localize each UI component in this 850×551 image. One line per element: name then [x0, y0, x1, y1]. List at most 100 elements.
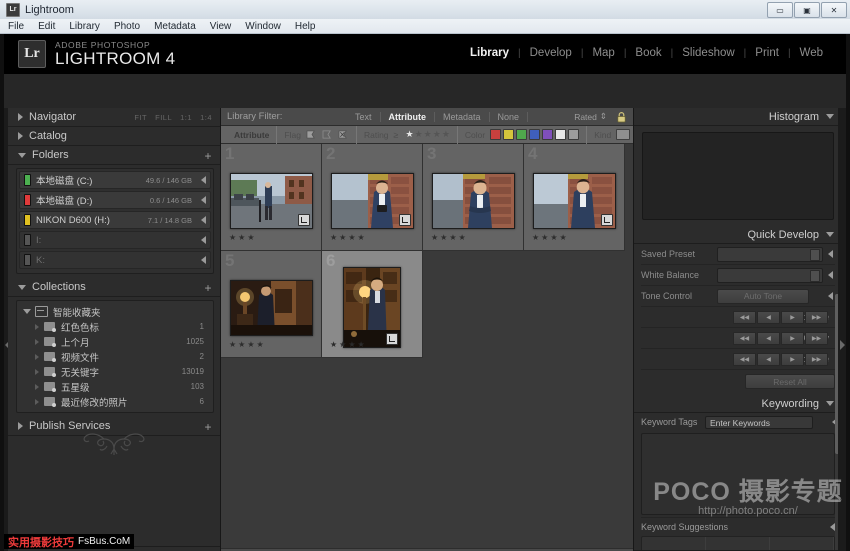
star-2[interactable]: ★ — [415, 129, 423, 140]
develop-badge-icon[interactable] — [386, 333, 398, 345]
exposure-decrease-large[interactable]: ◀◀ — [733, 311, 756, 324]
zoom-fit[interactable]: FIT — [134, 113, 147, 122]
add-collection-button[interactable]: + — [204, 282, 212, 294]
exposure-increase-large[interactable]: ▶▶ — [805, 311, 828, 324]
catalog-header[interactable]: Catalog — [8, 127, 220, 146]
lock-icon[interactable] — [616, 111, 627, 123]
clarity-increase-large[interactable]: ▶▶ — [805, 332, 828, 345]
module-develop[interactable]: Develop — [521, 47, 581, 59]
photo-thumbnail[interactable] — [331, 173, 414, 229]
photo-thumbnail[interactable] — [230, 280, 313, 336]
menu-metadata[interactable]: Metadata — [154, 21, 196, 32]
rating-display[interactable]: ★ ★ ★ ★ — [431, 233, 466, 242]
rating-display[interactable]: ★ ★ ★ ★ — [330, 233, 365, 242]
menu-help[interactable]: Help — [295, 21, 316, 32]
list-item[interactable]: 上个月 1025 — [19, 334, 211, 349]
folders-header[interactable]: Folders + — [8, 146, 220, 165]
develop-badge-icon[interactable] — [298, 214, 310, 226]
list-item[interactable]: 五星级 103 — [19, 379, 211, 394]
menu-photo[interactable]: Photo — [114, 21, 140, 32]
filter-mode-text[interactable]: Text — [349, 112, 380, 122]
color-swatch-green[interactable] — [516, 129, 527, 140]
saved-preset-select[interactable] — [717, 247, 823, 262]
chevron-right-icon[interactable] — [828, 271, 833, 279]
flag-picked-icon[interactable] — [306, 130, 317, 139]
thumbnail-cell[interactable]: 5 — [221, 251, 322, 358]
photo-thumbnail[interactable] — [533, 173, 616, 229]
folder-row[interactable]: 本地磁盘 (C:) 49.6 / 146 GB — [19, 171, 211, 189]
thumbnail-cell[interactable]: 4 — [524, 144, 625, 251]
photo-thumbnail[interactable] — [230, 173, 313, 229]
flag-rejected-icon[interactable] — [338, 130, 349, 139]
vibrance-increase-large[interactable]: ▶▶ — [805, 353, 828, 366]
color-swatch-red[interactable] — [490, 129, 501, 140]
maximize-button[interactable]: ▣ — [794, 2, 820, 18]
chevron-right-icon[interactable] — [201, 196, 206, 204]
navigator-header[interactable]: Navigator FIT FILL 1:1 1:4 — [8, 108, 220, 127]
star-3[interactable]: ★ — [424, 129, 432, 140]
star-1[interactable]: ★ — [406, 129, 414, 140]
color-swatch-blue[interactable] — [529, 129, 540, 140]
thumbnail-cell[interactable]: 1 — [221, 144, 322, 251]
zoom-fill[interactable]: FILL — [155, 113, 172, 122]
list-item[interactable]: 最近修改的照片 6 — [19, 394, 211, 409]
module-slideshow[interactable]: Slideshow — [673, 47, 743, 59]
menu-window[interactable]: Window — [245, 21, 281, 32]
photo-thumbnail[interactable] — [343, 267, 401, 348]
zoom-1-4[interactable]: 1:4 — [200, 113, 212, 122]
white-balance-select[interactable] — [717, 268, 823, 283]
histogram-header[interactable]: Histogram — [634, 108, 842, 126]
thumbnail-cell-selected[interactable]: 6 — [322, 251, 423, 358]
module-print[interactable]: Print — [746, 47, 788, 59]
right-panel-collapse-handle[interactable] — [838, 108, 846, 551]
chevron-right-icon[interactable] — [201, 216, 206, 224]
folder-row[interactable]: K: — [19, 251, 211, 269]
vibrance-decrease-large[interactable]: ◀◀ — [733, 353, 756, 366]
flag-unflagged-icon[interactable] — [322, 130, 333, 139]
chevron-right-icon[interactable] — [201, 176, 206, 184]
reset-all-button[interactable]: Reset All — [745, 374, 835, 389]
folder-row[interactable]: I: — [19, 231, 211, 249]
chevron-right-icon[interactable] — [201, 236, 206, 244]
color-swatch-yellow[interactable] — [503, 129, 514, 140]
folder-row[interactable]: 本地磁盘 (D:) 0.6 / 146 GB — [19, 191, 211, 209]
list-item[interactable]: 红色色标 1 — [19, 319, 211, 334]
smart-collections-root[interactable]: 智能收藏夹 — [19, 304, 211, 319]
quick-develop-header[interactable]: Quick Develop — [634, 226, 842, 244]
suggestion-slot[interactable] — [706, 537, 770, 551]
zoom-1-1[interactable]: 1:1 — [180, 113, 192, 122]
chevron-right-icon[interactable] — [201, 256, 206, 264]
filter-mode-attribute[interactable]: Attribute — [380, 112, 435, 122]
thumbnail-cell[interactable]: 2 — [322, 144, 423, 251]
clarity-decrease-large[interactable]: ◀◀ — [733, 332, 756, 345]
exposure-decrease-small[interactable]: ◀ — [757, 311, 780, 324]
rating-display[interactable]: ★ ★ ★ — [229, 233, 255, 242]
filter-preset-selector[interactable]: Rated ⇕ — [574, 111, 607, 122]
module-library[interactable]: Library — [461, 47, 518, 59]
star-5[interactable]: ★ — [442, 129, 450, 140]
menu-file[interactable]: File — [8, 21, 24, 32]
close-button[interactable]: ✕ — [821, 2, 847, 18]
thumbnail-cell[interactable]: 3 — [423, 144, 524, 251]
module-map[interactable]: Map — [583, 47, 623, 59]
menu-library[interactable]: Library — [69, 21, 100, 32]
keyword-suggestions-header[interactable]: Keyword Suggestions — [641, 517, 835, 536]
list-item[interactable]: 视频文件 2 — [19, 349, 211, 364]
develop-badge-icon[interactable] — [601, 214, 613, 226]
folder-row[interactable]: NIKON D600 (H:) 7.1 / 14.8 GB — [19, 211, 211, 229]
filter-mode-metadata[interactable]: Metadata — [434, 112, 489, 122]
chevron-right-icon[interactable] — [828, 292, 833, 300]
keyword-entry-area[interactable] — [641, 433, 835, 515]
chevron-right-icon[interactable] — [828, 250, 833, 258]
stepper-icon[interactable] — [810, 270, 820, 282]
rating-operator[interactable]: ≥ — [394, 130, 399, 140]
exposure-increase-small[interactable]: ▶ — [781, 311, 804, 324]
module-book[interactable]: Book — [626, 47, 670, 59]
menu-edit[interactable]: Edit — [38, 21, 55, 32]
rating-display[interactable]: ★ ★ ★ ★ — [229, 340, 264, 349]
star-4[interactable]: ★ — [433, 129, 441, 140]
suggestion-slot[interactable] — [642, 537, 706, 551]
auto-tone-button[interactable]: Auto Tone — [717, 289, 809, 304]
color-swatch-none[interactable] — [568, 129, 579, 140]
module-web[interactable]: Web — [791, 47, 832, 59]
